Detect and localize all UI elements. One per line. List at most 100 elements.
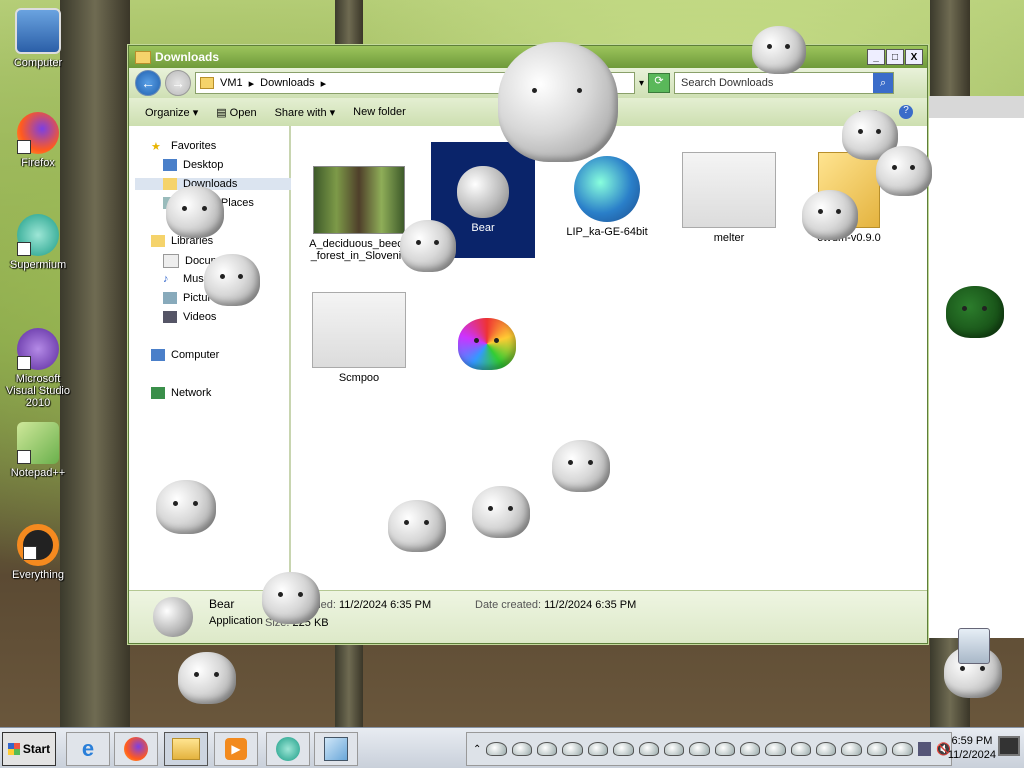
taskbar-ie[interactable]: e xyxy=(66,732,110,766)
taskbar-explorer[interactable] xyxy=(164,732,208,766)
taskbar-notepad[interactable] xyxy=(314,732,358,766)
bear-sprite[interactable] xyxy=(400,220,456,272)
details-type: Application xyxy=(209,615,263,627)
search-input[interactable]: Search Downloads ⌕ xyxy=(674,72,895,94)
bear-tray-icon[interactable] xyxy=(562,742,583,756)
desktop-icon-visual-studio[interactable]: Microsoft Visual Studio 2010 xyxy=(2,328,74,409)
computer-icon xyxy=(151,349,165,361)
refresh-button[interactable]: ⟳ xyxy=(648,73,671,93)
windows-flag-icon xyxy=(7,743,20,755)
desktop-icon-everything[interactable]: Everything xyxy=(2,524,74,581)
nav-desktop[interactable]: Desktop xyxy=(163,159,223,171)
bear-sprite[interactable] xyxy=(498,42,618,162)
bear-tray-icon[interactable] xyxy=(790,742,812,756)
file-item-melter[interactable]: melter xyxy=(677,152,781,244)
maximize-button[interactable]: □ xyxy=(886,49,904,65)
notepad-icon xyxy=(324,737,348,761)
recycle-bin-icon[interactable] xyxy=(958,628,990,664)
taskbar-firefox[interactable] xyxy=(114,732,158,766)
folder-icon xyxy=(163,178,177,190)
bear-tray-icon[interactable] xyxy=(537,742,558,756)
search-placeholder: Search Downloads xyxy=(681,77,774,89)
network-icon xyxy=(151,387,165,399)
file-item-scmpoo[interactable]: Scmpoo xyxy=(307,292,411,384)
desktop-icon-notepadpp[interactable]: Notepad++ xyxy=(2,422,74,479)
breadcrumb-vm1[interactable]: VM1 xyxy=(220,77,243,89)
organize-button[interactable]: Organize xyxy=(145,106,198,119)
nav-videos[interactable]: Videos xyxy=(163,311,216,323)
bear-sprite[interactable] xyxy=(458,318,516,370)
taskbar-media-player[interactable]: ▶ xyxy=(214,732,258,766)
share-with-button[interactable]: Share with xyxy=(275,106,336,119)
open-button[interactable]: ▤ Open xyxy=(216,106,256,119)
bear-tray-icon[interactable] xyxy=(892,742,913,756)
show-desktop-icon[interactable] xyxy=(998,736,1020,756)
bear-sprite[interactable] xyxy=(166,186,224,238)
file-item-lip[interactable]: LIP_ka-GE-64bit xyxy=(555,156,659,238)
desktop-icon-firefox[interactable]: Firefox xyxy=(2,112,74,169)
nav-downloads[interactable]: Downloads xyxy=(135,178,313,190)
notepadpp-icon xyxy=(17,422,59,464)
bear-sprite[interactable] xyxy=(388,500,446,552)
visual-studio-icon xyxy=(17,328,59,370)
bear-tray-icon[interactable] xyxy=(841,742,862,756)
bear-tray-icon[interactable] xyxy=(866,742,888,756)
back-button[interactable]: ← xyxy=(135,70,161,96)
close-button[interactable]: X xyxy=(905,49,923,65)
file-item-forest[interactable]: A_deciduous_beech_forest_in_Slovenia xyxy=(307,166,411,262)
bear-icon xyxy=(153,597,193,637)
breadcrumb-downloads[interactable]: Downloads xyxy=(260,77,314,89)
new-folder-button[interactable]: New folder xyxy=(353,106,406,118)
chevron-up-icon[interactable]: ⌃ xyxy=(473,744,481,755)
bear-tray-icon[interactable] xyxy=(638,742,659,756)
network-tray-icon[interactable] xyxy=(917,742,932,756)
bear-sprite[interactable] xyxy=(262,572,320,624)
bear-sprite[interactable] xyxy=(178,652,236,704)
window-app-icon xyxy=(312,292,406,368)
nav-favorites[interactable]: ★ Favorites xyxy=(151,140,216,153)
ie-icon: e xyxy=(81,736,95,761)
bear-sprite[interactable] xyxy=(472,486,530,538)
bear-sprite[interactable] xyxy=(946,286,1004,338)
bear-sprite[interactable] xyxy=(204,254,260,306)
firefox-icon xyxy=(124,737,148,761)
search-icon[interactable]: ⌕ xyxy=(873,73,894,93)
bear-tray-icon[interactable] xyxy=(816,742,837,756)
desktop-icon-supermium[interactable]: Supermium xyxy=(2,214,74,271)
bear-tray-icon[interactable] xyxy=(587,742,609,756)
folder-icon xyxy=(135,50,151,64)
taskbar: Start e ▶ ⌃ 🔇 6:59 PM 11/2/2024 xyxy=(0,727,1024,768)
start-button[interactable]: Start xyxy=(2,732,56,766)
everything-icon xyxy=(17,524,59,566)
bear-tray-icon[interactable] xyxy=(486,742,507,756)
bear-tray-icon[interactable] xyxy=(613,742,634,756)
bear-sprite[interactable] xyxy=(156,480,216,534)
globe-installer-icon xyxy=(574,156,640,222)
nav-network[interactable]: Network xyxy=(151,387,211,399)
bear-sprite[interactable] xyxy=(876,146,932,196)
bear-tray-icon[interactable] xyxy=(511,742,533,756)
desktop-icon-computer[interactable]: Computer xyxy=(2,8,74,69)
video-icon xyxy=(163,311,177,323)
details-name: Bear xyxy=(209,597,235,611)
bear-tray-icon[interactable] xyxy=(663,742,685,756)
nav-computer[interactable]: Computer xyxy=(151,349,219,361)
computer-icon xyxy=(15,8,61,54)
bear-tray-icon[interactable] xyxy=(689,742,710,756)
bear-sprite[interactable] xyxy=(752,26,806,74)
help-icon[interactable]: ? xyxy=(899,105,913,119)
bear-tray-icon[interactable] xyxy=(765,742,786,756)
background-window[interactable] xyxy=(926,96,1024,638)
clock[interactable]: 6:59 PM 11/2/2024 xyxy=(948,734,996,762)
bear-sprite[interactable] xyxy=(802,190,858,240)
bear-sprite[interactable] xyxy=(552,440,610,492)
taskbar-supermium[interactable] xyxy=(266,732,310,766)
chevron-down-icon[interactable]: ▾ xyxy=(639,78,644,89)
bear-tray-icon[interactable] xyxy=(739,742,761,756)
bear-icon xyxy=(457,166,509,218)
star-icon: ★ xyxy=(151,141,161,153)
forward-button[interactable]: → xyxy=(165,70,191,96)
bear-tray-icon[interactable] xyxy=(714,742,735,756)
details-date-created: Date created: 11/2/2024 6:35 PM xyxy=(475,599,637,611)
minimize-button[interactable]: _ xyxy=(867,49,885,65)
